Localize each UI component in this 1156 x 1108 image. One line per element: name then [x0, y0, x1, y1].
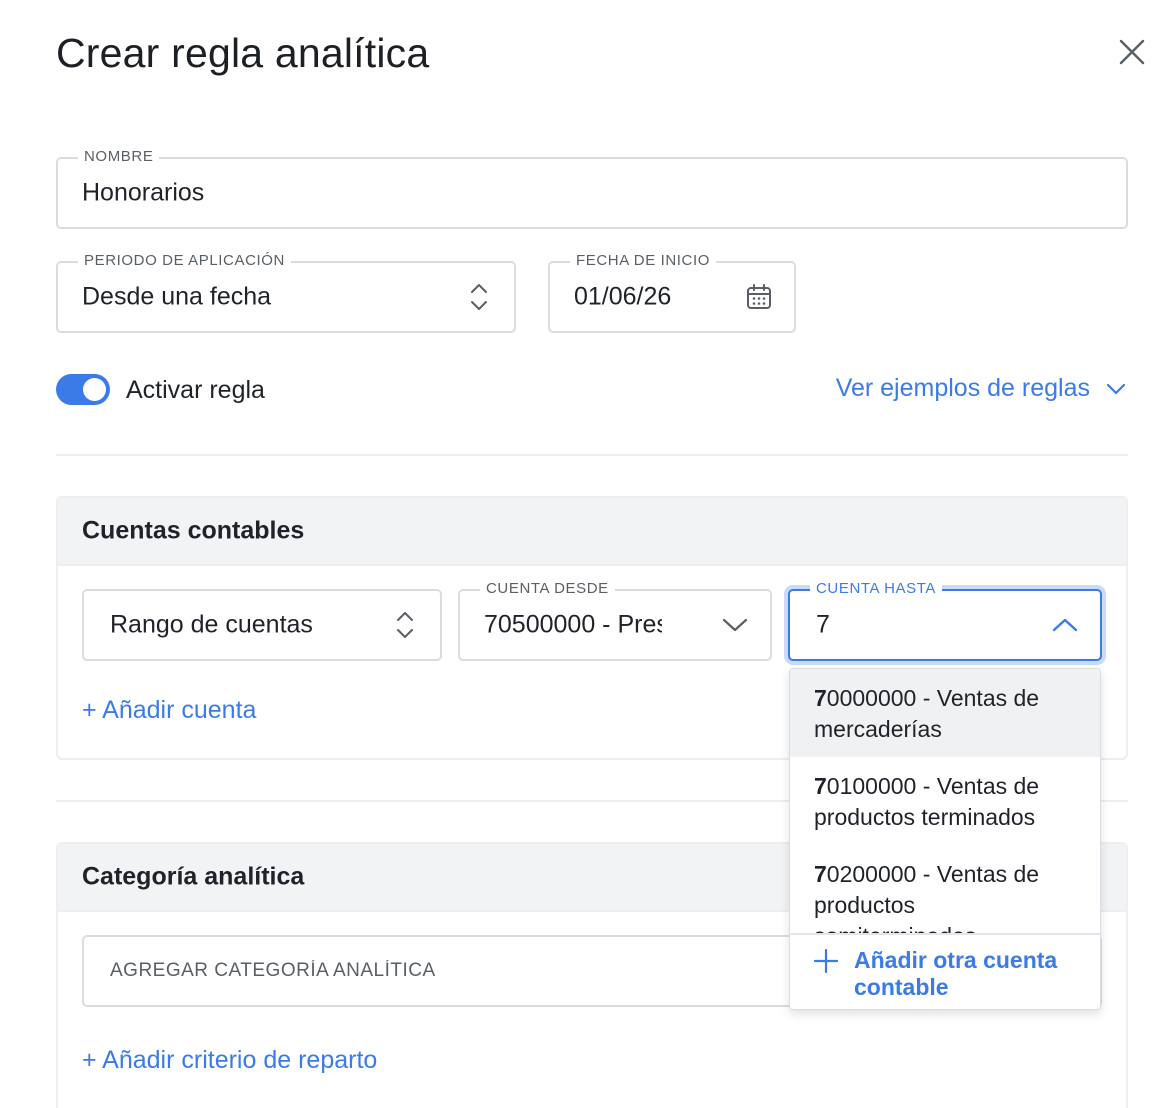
- option-text: mercaderías: [814, 716, 942, 742]
- option-match-text: 7: [814, 685, 827, 711]
- accounts-section-header: Cuentas contables: [58, 498, 1126, 566]
- calendar-icon[interactable]: [746, 284, 772, 310]
- name-value: Honorarios: [82, 178, 205, 207]
- add-other-account-button[interactable]: Añadir otra cuenta contable: [790, 933, 1100, 1009]
- close-icon: [1119, 39, 1145, 65]
- name-field[interactable]: NOMBRE Honorarios: [56, 148, 1128, 229]
- close-button[interactable]: [1112, 32, 1152, 72]
- option-text: 0100000 - Ventas de: [826, 773, 1040, 799]
- dropdown-options-list[interactable]: 70000000 - Ventas de mercaderías 7010000…: [790, 669, 1100, 933]
- chevron-down-icon: [1106, 383, 1126, 394]
- account-type-select[interactable]: Rango de cuentas: [82, 589, 442, 661]
- option-text: productos terminados: [814, 804, 1036, 830]
- add-distribution-criterion-link[interactable]: + Añadir criterio de reparto: [82, 1046, 377, 1075]
- start-date-label: FECHA DE INICIO: [570, 252, 717, 269]
- period-value: Desde una fecha: [82, 282, 272, 311]
- accounts-section-title: Cuentas contables: [82, 516, 305, 545]
- toggle-knob: [83, 378, 106, 401]
- account-to-dropdown: 70000000 - Ventas de mercaderías 7010000…: [789, 668, 1101, 1010]
- dropdown-option[interactable]: 70000000 - Ventas de mercaderías: [790, 669, 1100, 757]
- chevron-down-icon: [722, 617, 748, 633]
- dropdown-option[interactable]: 70100000 - Ventas de productos terminado…: [790, 757, 1100, 845]
- chevron-up-icon[interactable]: [1052, 617, 1078, 633]
- view-examples-link[interactable]: Ver ejemplos de reglas: [836, 374, 1126, 403]
- account-from-label: CUENTA DESDE: [480, 580, 615, 597]
- name-label: NOMBRE: [78, 148, 160, 165]
- add-analytic-category-placeholder: AGREGAR CATEGORÍA ANALÍTICA: [110, 960, 436, 981]
- updown-chevron-icon: [470, 281, 488, 313]
- view-examples-label: Ver ejemplos de reglas: [835, 374, 1090, 402]
- option-text: semiterminados: [814, 923, 976, 933]
- analytic-category-title: Categoría analítica: [82, 862, 305, 891]
- account-type-value: Rango de cuentas: [110, 610, 313, 639]
- period-label: PERIODO DE APLICACIÓN: [78, 252, 291, 269]
- updown-chevron-icon: [396, 609, 414, 641]
- activate-rule-label: Activar regla: [126, 376, 265, 404]
- add-account-link[interactable]: + Añadir cuenta: [82, 696, 256, 725]
- period-select[interactable]: PERIODO DE APLICACIÓN Desde una fecha: [56, 252, 516, 333]
- start-date-value: 01/06/26: [574, 282, 672, 311]
- option-text: productos: [814, 892, 916, 918]
- plus-icon: [813, 948, 839, 978]
- account-from-select[interactable]: CUENTA DESDE 70500000 - Pres: [458, 580, 772, 661]
- start-date-field[interactable]: FECHA DE INICIO 01/06/26: [548, 252, 796, 333]
- option-text: 0200000 - Ventas de: [826, 861, 1040, 887]
- option-match-text: 7: [814, 861, 827, 887]
- option-match-text: 7: [814, 773, 827, 799]
- add-other-account-label: Añadir otra cuenta contable: [854, 947, 1058, 1000]
- divider: [56, 454, 1128, 456]
- account-from-value: 70500000 - Pres: [484, 610, 662, 639]
- create-analytic-rule-dialog: Crear regla analítica NOMBRE Honorarios …: [0, 0, 1156, 1108]
- dropdown-option[interactable]: 70200000 - Ventas de productos semitermi…: [790, 845, 1100, 933]
- account-to-input[interactable]: 7: [816, 611, 830, 640]
- account-to-combobox[interactable]: CUENTA HASTA 7: [788, 580, 1102, 661]
- activate-rule-toggle[interactable]: [56, 374, 110, 405]
- dialog-title: Crear regla analítica: [56, 30, 430, 76]
- option-text: 0000000 - Ventas de: [826, 685, 1040, 711]
- account-to-label: CUENTA HASTA: [810, 580, 942, 597]
